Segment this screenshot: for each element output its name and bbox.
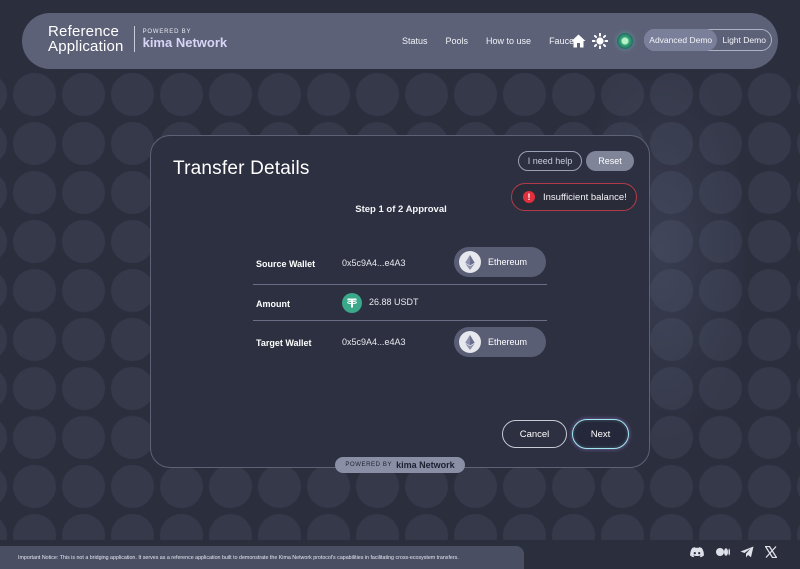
card-title: Transfer Details xyxy=(173,158,310,179)
advanced-demo-option[interactable]: Advanced Demo xyxy=(644,29,718,51)
error-message: Insufficient balance! xyxy=(543,191,627,203)
help-button[interactable]: I need help xyxy=(518,151,582,171)
nav-how-to-use[interactable]: How to use xyxy=(486,36,531,46)
ethereum-icon xyxy=(459,251,481,273)
nav-status[interactable]: Status xyxy=(402,36,428,46)
source-chain-selector[interactable]: Ethereum xyxy=(454,247,546,277)
brand-title-line2: Application xyxy=(48,38,124,55)
medium-icon[interactable] xyxy=(716,545,730,559)
powered-by-name: kima Network xyxy=(396,460,455,470)
target-wallet-address: 0x5c9A4...e4A3 xyxy=(342,337,406,347)
target-chain-label: Ethereum xyxy=(488,337,528,347)
brand-logo[interactable]: Reference Application POWERED BY kima Ne… xyxy=(48,24,227,54)
usdt-icon xyxy=(342,293,362,313)
kima-network-label: kima Network xyxy=(142,35,228,50)
telegram-icon[interactable] xyxy=(740,545,754,559)
discord-icon[interactable] xyxy=(690,545,704,559)
powered-by-badge[interactable]: POWERED BY kima Network xyxy=(335,457,465,473)
brand-title-line1: Reference xyxy=(48,23,120,40)
source-chain-label: Ethereum xyxy=(488,257,528,267)
nav-pools[interactable]: Pools xyxy=(446,36,469,46)
target-chain-selector[interactable]: Ethereum xyxy=(454,327,546,357)
amount-label: Amount xyxy=(256,299,290,309)
home-icon[interactable] xyxy=(569,32,587,50)
row-divider xyxy=(253,320,547,321)
next-button[interactable]: Next xyxy=(572,419,629,449)
transfer-details-card: Transfer Details I need help Reset ! Ins… xyxy=(150,135,650,468)
wallet-icon[interactable] xyxy=(617,33,633,49)
brand-divider xyxy=(133,26,135,52)
ethereum-icon xyxy=(459,331,481,353)
cancel-button[interactable]: Cancel xyxy=(502,420,567,448)
light-demo-option[interactable]: Light Demo xyxy=(717,29,771,51)
sun-icon[interactable] xyxy=(591,32,609,50)
theme-toggle[interactable]: Advanced Demo Light Demo xyxy=(644,29,772,51)
top-navbar: Reference Application POWERED BY kima Ne… xyxy=(22,13,778,69)
source-wallet-label: Source Wallet xyxy=(256,259,316,269)
step-indicator: Step 1 of 2 Approval xyxy=(355,204,447,215)
brand-title: Reference Application xyxy=(48,24,124,54)
amount-value: 26.88 USDT xyxy=(369,297,419,307)
important-notice: Important Notice: This is not a bridging… xyxy=(0,546,524,569)
source-wallet-address: 0x5c9A4...e4A3 xyxy=(342,258,406,268)
reset-button[interactable]: Reset xyxy=(586,151,634,171)
main-nav: Status Pools How to use Faucet xyxy=(402,36,595,46)
powered-by-prefix: POWERED BY xyxy=(345,462,393,468)
target-wallet-label: Target Wallet xyxy=(256,338,312,348)
error-icon: ! xyxy=(523,191,535,203)
row-divider xyxy=(253,284,547,285)
x-icon[interactable] xyxy=(764,545,778,559)
kima-brand: POWERED BY kima Network xyxy=(143,28,228,50)
